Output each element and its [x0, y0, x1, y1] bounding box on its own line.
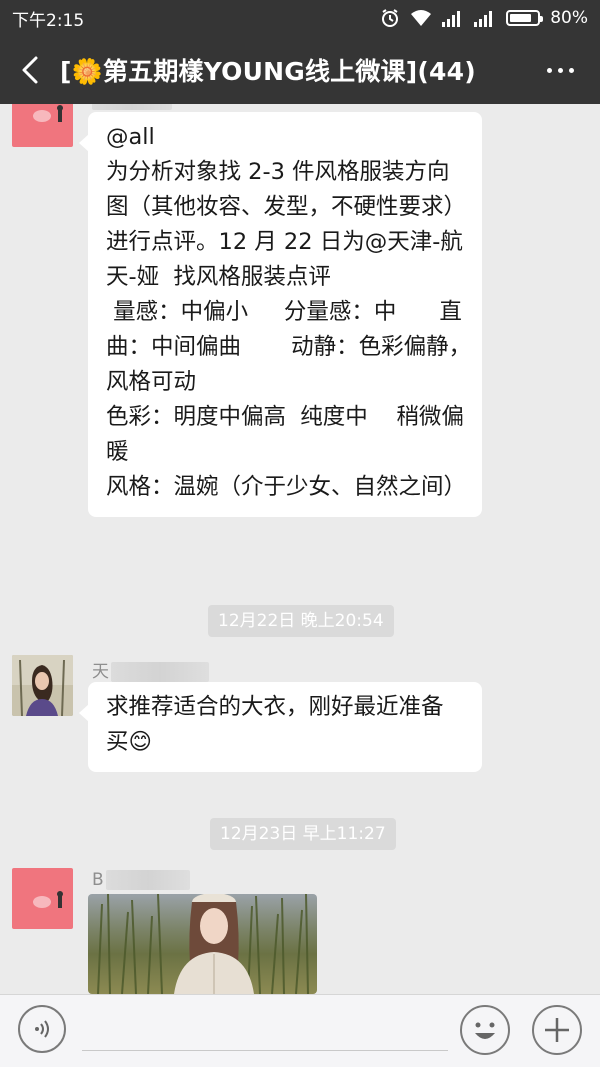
battery-fill: [510, 14, 531, 22]
plus-icon: [545, 1018, 569, 1042]
voice-icon: [35, 1020, 49, 1038]
message-line: 进行点评。12 月 22 日为@天津-航: [106, 229, 463, 255]
woman-in-coat-photo[interactable]: [88, 894, 317, 994]
message-line: 色彩：明度中偏高 纯度中 稍微偏: [106, 404, 464, 430]
emoji-button[interactable]: [460, 1005, 510, 1055]
message-line: 天-娅 找风格服装点评: [106, 264, 331, 290]
timestamp: 12月22日 晚上20:54: [208, 605, 394, 637]
battery-percent: 80%: [550, 8, 588, 28]
signal-icon-2: [474, 9, 496, 27]
sender-initial: B: [92, 870, 104, 890]
message-line: 为分析对象找 2-3 件风格服装方向: [106, 159, 450, 185]
nav-bar: [🌼第五期樣YOUNG线上微课](44): [0, 36, 600, 104]
chat-title: [🌼第五期樣YOUNG线上微课](44): [60, 57, 476, 86]
message-bubble[interactable]: 求推荐适合的大衣，刚好最近准备 买😊: [79, 682, 482, 772]
plus-button[interactable]: [532, 1005, 582, 1055]
signal-icon: [442, 9, 464, 27]
message-line: @all: [106, 124, 155, 150]
emoji-icon: [475, 1022, 495, 1039]
sender-name: 天: [92, 657, 209, 682]
message-bubble[interactable]: @all 为分析对象找 2-3 件风格服装方向 图（其他妆容、发型，不硬性要求）…: [79, 112, 482, 517]
message-line: 求推荐适合的大衣，刚好最近准备: [106, 694, 444, 720]
status-icons: 80%: [380, 8, 588, 28]
avatar[interactable]: [12, 655, 73, 716]
message-line: 风格可动: [106, 369, 197, 395]
battery-icon: [506, 10, 544, 26]
avatar[interactable]: [12, 104, 73, 147]
message-line: 风格：温婉（介于少女、自然之间）: [106, 474, 467, 500]
voice-button[interactable]: [18, 1005, 66, 1053]
back-button[interactable]: [0, 36, 60, 104]
status-time: 下午2:15: [12, 10, 85, 31]
message-line: 暖: [106, 439, 129, 465]
timestamp: 12月23日 早上11:27: [210, 818, 396, 850]
alarm-icon: [380, 8, 400, 28]
chat-area[interactable]: @all 为分析对象找 2-3 件风格服装方向 图（其他妆容、发型，不硬性要求）…: [0, 104, 600, 994]
message-input[interactable]: [82, 1009, 448, 1051]
status-bar: 下午2:15 80%: [0, 0, 600, 36]
message-line: 图（其他妆容、发型，不硬性要求）: [106, 194, 467, 220]
wifi-icon: [410, 9, 432, 27]
more-dots-icon: [546, 67, 552, 73]
sender-name: B: [92, 870, 190, 890]
chevron-left-icon: [22, 56, 38, 84]
input-bar: [0, 994, 600, 1067]
more-button[interactable]: [520, 36, 600, 104]
message-line: 买😊: [106, 729, 152, 755]
message-line: 曲：中间偏曲 动静：色彩偏静，: [106, 334, 472, 360]
sender-name: [92, 104, 172, 110]
sender-initial: 天: [92, 662, 109, 682]
avatar[interactable]: [12, 868, 73, 929]
message-line: 量感：中偏小 分量感：中 直: [106, 299, 462, 325]
